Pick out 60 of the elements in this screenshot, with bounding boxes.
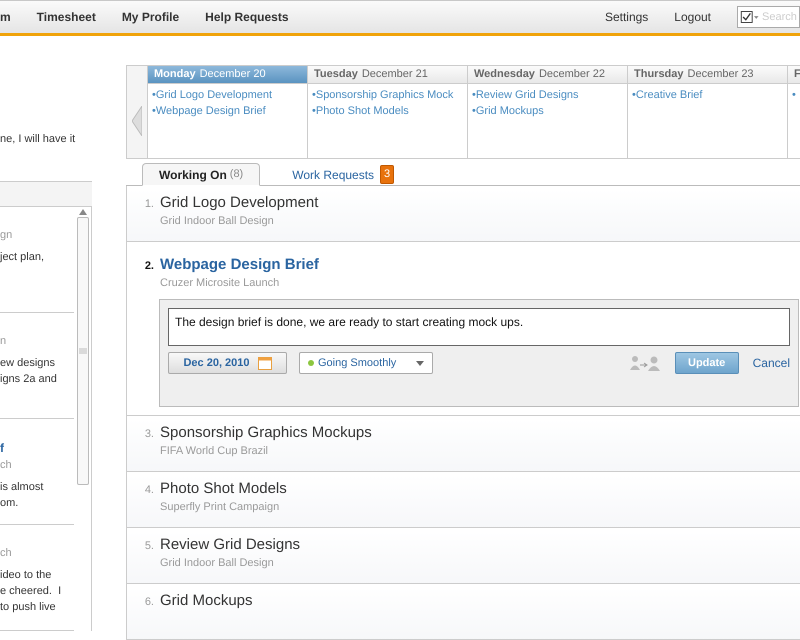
calendar-event[interactable]: •Grid Logo Development bbox=[152, 87, 307, 103]
project-name: FIFA World Cup Brazil bbox=[160, 444, 269, 458]
note-text: ne, I will have it bbox=[0, 132, 76, 147]
project-name: Superfly Print Campaign bbox=[160, 500, 280, 514]
feed-meta: ch bbox=[0, 458, 13, 472]
task-title[interactable]: Grid Logo Development bbox=[160, 192, 318, 214]
caret-icon bbox=[416, 360, 424, 366]
nav-link[interactable]: Settings bbox=[604, 8, 648, 26]
project-name: Grid Indoor Ball Design bbox=[160, 214, 275, 228]
nav-link[interactable]: m bbox=[0, 8, 11, 26]
feed-meta: ch bbox=[0, 546, 13, 560]
task-title[interactable]: Webpage Design Brief bbox=[160, 254, 319, 276]
feed-text: to push live bbox=[0, 600, 57, 615]
task-number: 5. bbox=[144, 539, 155, 554]
nav-link[interactable]: Logout bbox=[674, 8, 711, 26]
date-button[interactable]: Dec 20, 2010 bbox=[168, 352, 287, 374]
task-number: 6. bbox=[144, 595, 155, 610]
task-number: 2. bbox=[144, 259, 155, 274]
nav-link[interactable]: My Profile bbox=[122, 8, 180, 26]
project-name: Cruzer Microsite Launch bbox=[160, 276, 280, 290]
calendar-event[interactable]: •Review Grid Designs bbox=[472, 87, 627, 103]
day-header[interactable]: Tuesday December 21 bbox=[308, 66, 467, 84]
feed-text: ject plan, bbox=[0, 250, 46, 265]
tab[interactable]: Work Requests 3 bbox=[276, 163, 410, 186]
nav-link[interactable]: Help Requests bbox=[205, 8, 289, 26]
task-title[interactable]: Photo Shot Models bbox=[160, 478, 287, 500]
calendar-event[interactable]: • bbox=[792, 87, 800, 103]
update-field[interactable]: The design brief is done, we are ready to start creating mock ups. bbox=[168, 308, 790, 346]
feed-text: ew designs bbox=[0, 356, 56, 371]
feed-meta: n bbox=[0, 334, 8, 348]
status-dropdown[interactable]: Going Smoothly bbox=[299, 352, 433, 374]
feed-text: om. bbox=[0, 496, 20, 511]
feed-meta: gn bbox=[0, 228, 14, 242]
calendar-event[interactable]: •Creative Brief bbox=[632, 87, 787, 103]
task-title[interactable]: Sponsorship Graphics Mockups bbox=[160, 422, 372, 444]
day-header[interactable]: F bbox=[788, 66, 800, 84]
users-transfer-icon[interactable] bbox=[628, 355, 661, 371]
calendar-icon bbox=[258, 356, 272, 370]
tab[interactable]: Working On (8) bbox=[142, 163, 260, 186]
calendar-event[interactable]: •Sponsorship Graphics Mock bbox=[312, 87, 467, 103]
day-header[interactable]: Thursday December 23 bbox=[628, 66, 787, 84]
calendar-event[interactable]: •Grid Mockups bbox=[472, 103, 627, 119]
scroll-up-icon bbox=[78, 208, 86, 214]
feed-text: igns 2a and bbox=[0, 372, 58, 387]
task-title[interactable]: Review Grid Designs bbox=[160, 534, 300, 556]
nav-link[interactable]: Timesheet bbox=[36, 8, 96, 26]
feed-title: f bbox=[0, 440, 5, 456]
task-number: 3. bbox=[144, 427, 155, 442]
calendar-event[interactable]: •Photo Shot Models bbox=[312, 103, 467, 119]
previous-arrow-icon[interactable] bbox=[132, 106, 142, 136]
calendar-event[interactable]: •Webpage Design Brief bbox=[152, 103, 307, 119]
day-header[interactable]: Wednesday December 22 bbox=[468, 66, 627, 84]
feed-text: ideo to the bbox=[0, 568, 52, 583]
task-title[interactable]: Grid Mockups bbox=[160, 590, 253, 612]
task-number: 4. bbox=[144, 483, 155, 498]
feed-text: is almost bbox=[0, 480, 44, 495]
project-name: Grid Indoor Ball Design bbox=[160, 556, 275, 570]
task-number: 1. bbox=[144, 197, 155, 212]
cancel-link[interactable]: Cancel bbox=[752, 354, 790, 372]
feed-text: e cheered. I bbox=[0, 584, 62, 599]
